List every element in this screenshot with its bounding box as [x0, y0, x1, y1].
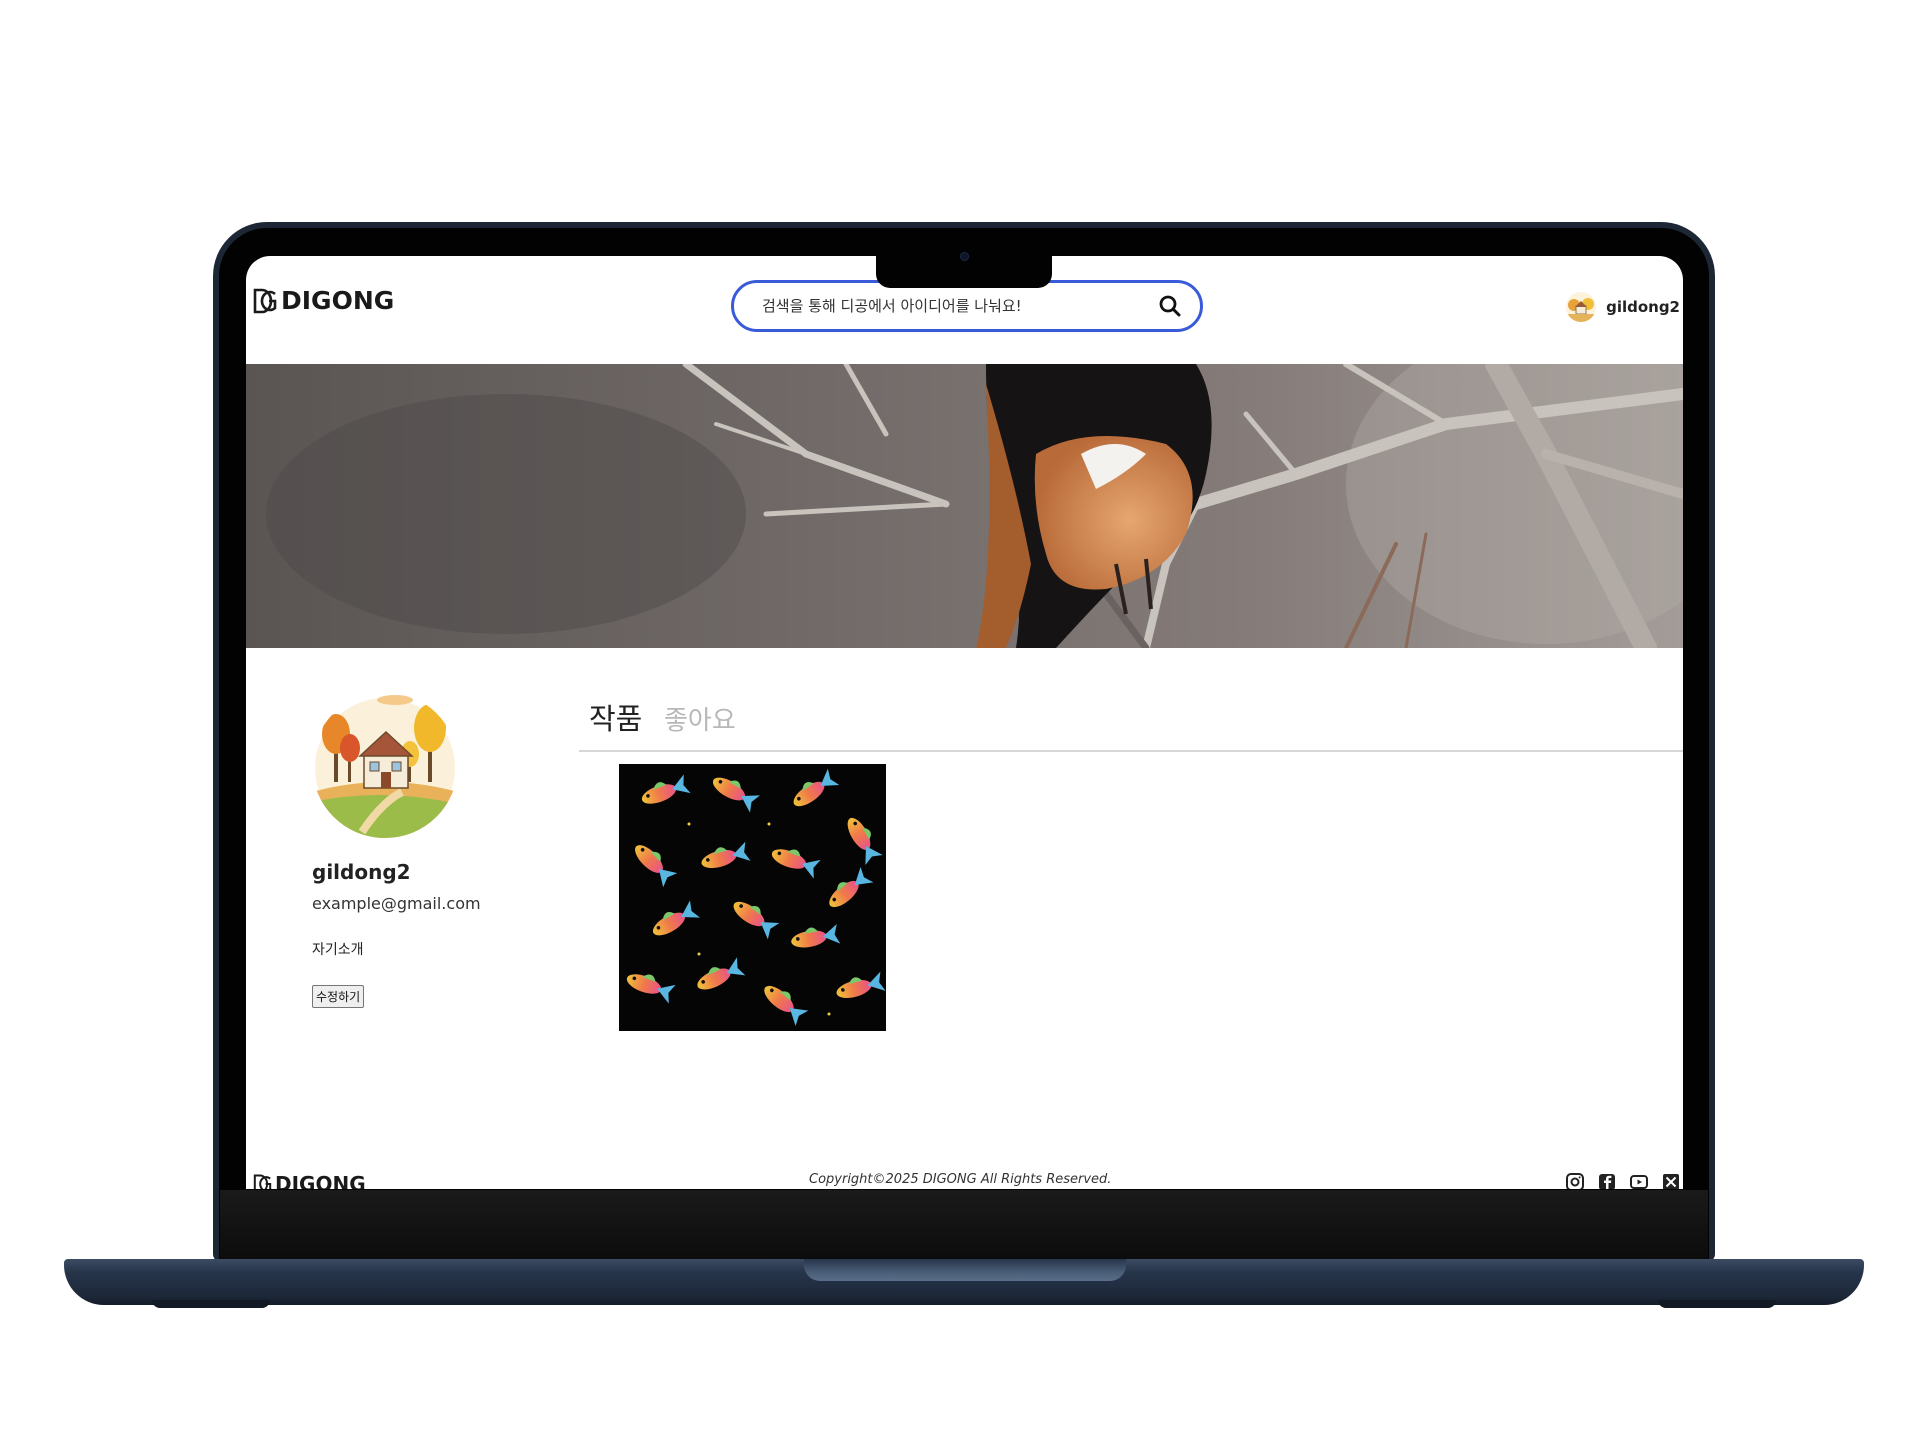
logo-mark-icon: [253, 288, 277, 313]
screen: DIGONG 검색을 통해 디공에서 아이디어를 나눠요! gildong2 g…: [246, 256, 1683, 1189]
laptop-foot: [152, 1300, 270, 1308]
logo-mark-icon: [253, 1174, 272, 1189]
site-footer: DIGONG Copyright©2025 DIGONG All Rights …: [246, 1172, 1683, 1189]
avatar: [312, 692, 458, 838]
username[interactable]: gildong2: [1606, 298, 1680, 316]
x-icon[interactable]: [1661, 1172, 1681, 1189]
footer-logo-text: DIGONG: [275, 1172, 366, 1189]
profile-email: example@gmail.com: [312, 894, 481, 913]
instagram-icon[interactable]: [1565, 1172, 1585, 1189]
laptop-foot: [1658, 1300, 1776, 1308]
tab-likes[interactable]: 좋아요: [664, 700, 736, 737]
youtube-icon[interactable]: [1629, 1172, 1649, 1189]
laptop-hinge: [804, 1259, 1126, 1281]
facebook-icon[interactable]: [1597, 1172, 1617, 1189]
search-icon[interactable]: [1158, 294, 1182, 318]
camera-icon: [960, 252, 969, 261]
profile-name: gildong2: [312, 860, 411, 884]
content-tabs: 작품 좋아요: [579, 696, 1683, 752]
artwork-thumbnail[interactable]: [619, 764, 886, 1031]
edit-profile-button[interactable]: 수정하기: [312, 985, 365, 1008]
laptop-chin: [220, 1190, 1708, 1260]
laptop-mockup: DIGONG 검색을 통해 디공에서 아이디어를 나눠요! gildong2 g…: [0, 0, 1920, 1440]
avatar[interactable]: [1566, 292, 1597, 322]
social-links: [1565, 1172, 1681, 1189]
profile-banner-image: [246, 364, 1683, 648]
tab-works[interactable]: 작품: [589, 696, 642, 738]
profile-bio: 자기소개: [312, 942, 364, 958]
user-menu[interactable]: gildong2: [1566, 292, 1680, 322]
search-input[interactable]: [762, 297, 1158, 315]
logo-text: DIGONG: [281, 286, 395, 315]
site-logo[interactable]: DIGONG: [253, 286, 394, 315]
footer-logo[interactable]: DIGONG: [253, 1172, 366, 1189]
profile-card: gildong2 example@gmail.com 자기소개 수정하기: [312, 692, 552, 1008]
copyright-text: Copyright©2025 DIGONG All Rights Reserve…: [809, 1172, 1112, 1187]
